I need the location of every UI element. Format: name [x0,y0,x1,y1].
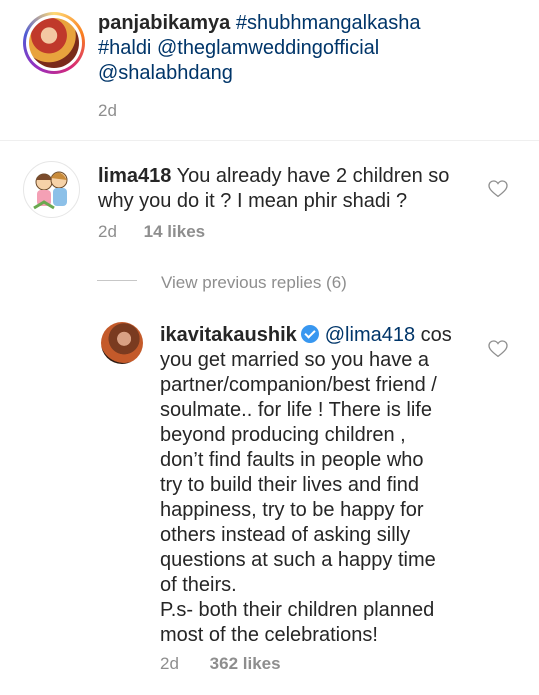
reply-time: 2d [160,654,179,673]
reply-likes[interactable]: 362 likes [210,654,281,673]
view-previous-replies-link[interactable]: View previous replies (6) [161,273,347,293]
hashtag-link[interactable]: #shubhmangalkasha [236,12,421,34]
commenter-avatar[interactable] [23,161,80,218]
mention-link[interactable]: @theglamweddingofficial [157,37,379,59]
comment-time: 2d [98,222,117,241]
commenter-username[interactable]: lima418 [98,165,171,187]
post-username[interactable]: panjabikamya [98,12,230,34]
reply-text-line: don’t find faults in people who [160,449,424,471]
comment-text-line: You already have 2 children so [176,165,450,187]
reply-text-line: others instead of asking silly [160,524,411,546]
cartoon-couple-icon [33,171,68,210]
reply-avatar[interactable] [101,322,143,364]
comment-meta: 2d 14 likes [98,222,205,242]
comment-body: lima418 You already have 2 children so w… [98,164,478,214]
reply-text-line: of theirs. [160,574,237,596]
reply-text-line: soulmate.. for life ! There is life [160,399,432,421]
comment-text-line: why you do it ? I mean phir shadi ? [98,190,408,212]
reply-text-line: partner/companion/best friend / [160,374,437,396]
replies-divider-line [97,280,137,281]
reply-username[interactable]: ikavitakaushik [160,324,297,346]
reply-meta: 2d 362 likes [160,654,281,674]
mention-link[interactable]: @shalabhdang [98,62,233,84]
reply-text-line: happiness, try to be happy for [160,499,424,521]
hashtag-link[interactable]: #haldi [98,37,151,59]
heart-outline-icon[interactable] [488,340,508,358]
verified-badge-icon [300,325,319,343]
post-caption: panjabikamya #shubhmangalkasha #haldi @t… [98,11,518,86]
heart-outline-icon[interactable] [488,180,508,198]
reply-text-line: questions at such a happy time [160,549,436,571]
reply-text-line: try to build their lives and find [160,474,420,496]
divider [0,140,539,141]
reply-text-line: beyond producing children , [160,424,406,446]
reply-text-line: you get married so you have a [160,349,430,371]
post-avatar[interactable] [23,12,85,74]
reply-text-line: P.s- both their children planned [160,599,435,621]
reply-text-line: cos [420,324,452,346]
reply-text-line: most of the celebrations! [160,624,378,646]
post-time: 2d [98,101,117,120]
reply-body: ikavitakaushik @lima418 cos you get marri… [160,323,490,648]
mention-link[interactable]: @lima418 [325,324,415,346]
comment-likes[interactable]: 14 likes [144,222,205,241]
